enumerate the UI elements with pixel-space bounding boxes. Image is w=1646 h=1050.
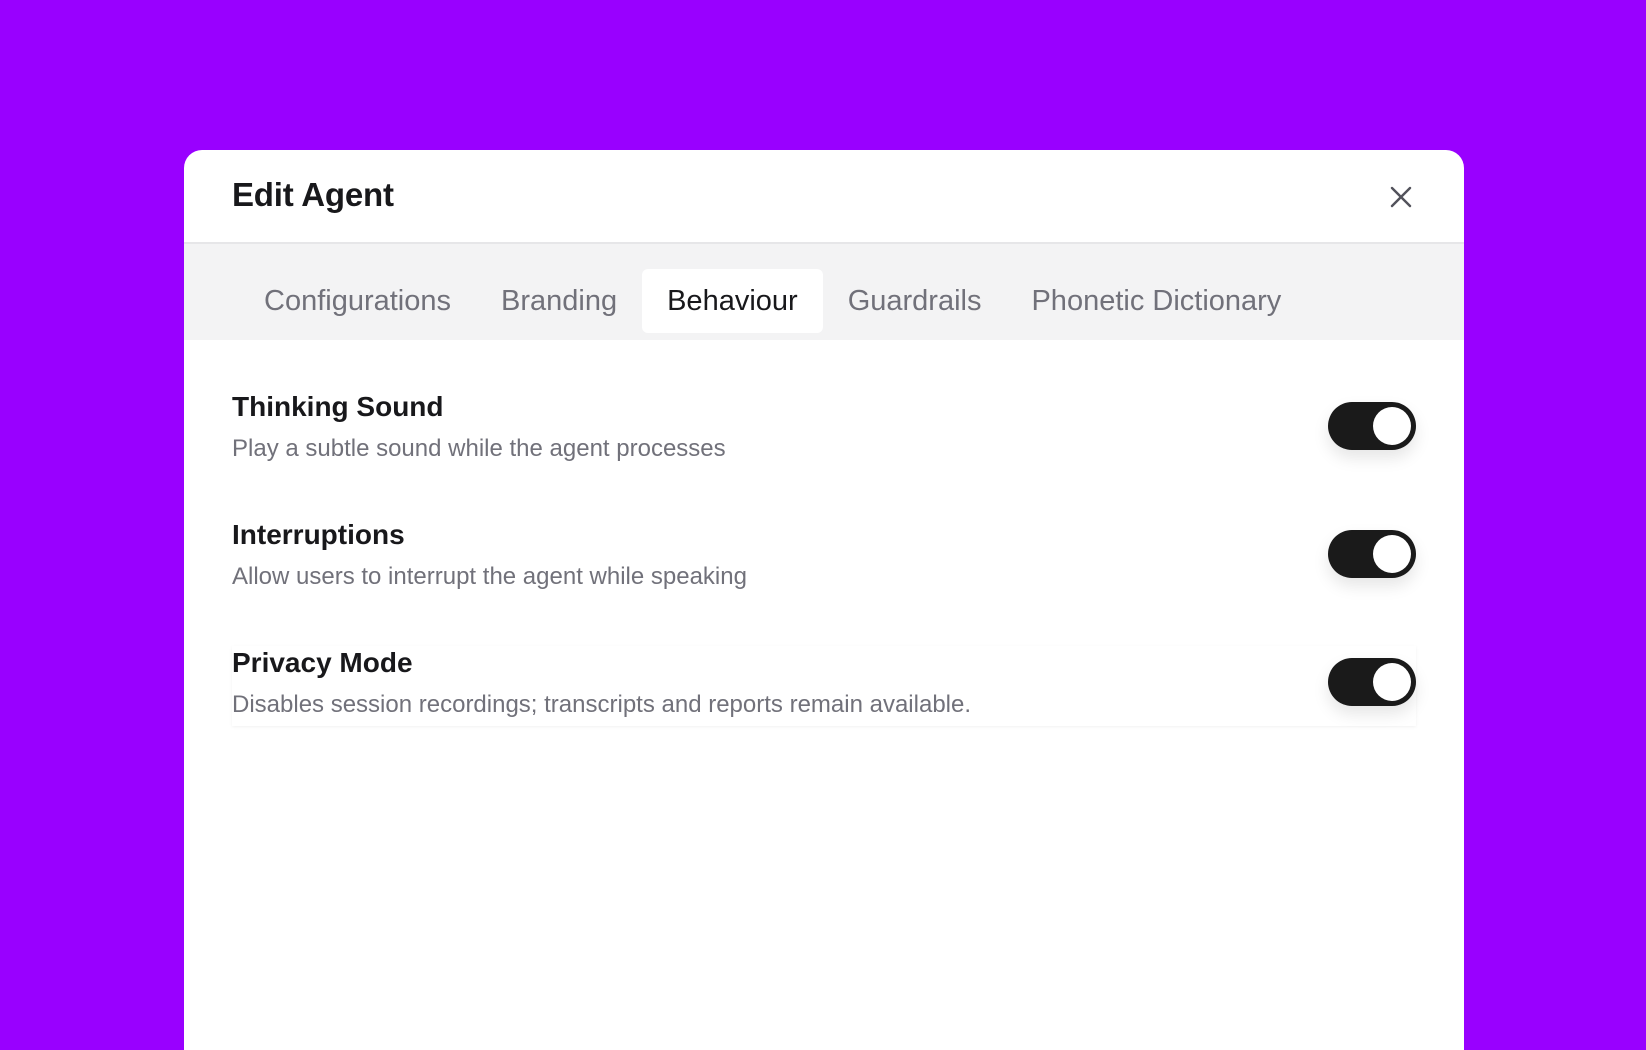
setting-privacy-mode: Privacy Mode Disables session recordings… (232, 646, 1416, 726)
setting-description: Disables session recordings; transcripts… (232, 691, 972, 718)
edit-agent-modal: Edit Agent Configurations Branding Behav… (184, 150, 1464, 1050)
toggle-knob (1373, 407, 1411, 445)
tabs: Configurations Branding Behaviour Guardr… (239, 269, 1306, 333)
thinking-sound-toggle[interactable] (1328, 402, 1416, 450)
interruptions-toggle[interactable] (1328, 530, 1416, 578)
setting-thinking-sound: Thinking Sound Play a subtle sound while… (232, 390, 1416, 518)
privacy-mode-toggle[interactable] (1328, 658, 1416, 706)
setting-title: Privacy Mode (232, 647, 413, 678)
setting-title: Thinking Sound (232, 391, 444, 422)
modal-title: Edit Agent (232, 176, 394, 213)
tab-configurations[interactable]: Configurations (239, 269, 476, 333)
tab-phonetic-dictionary[interactable]: Phonetic Dictionary (1006, 269, 1306, 333)
settings-list: Thinking Sound Play a subtle sound while… (232, 390, 1416, 726)
toggle-knob (1373, 535, 1411, 573)
setting-description: Play a subtle sound while the agent proc… (232, 435, 726, 462)
tab-branding[interactable]: Branding (476, 269, 642, 333)
modal-header: Edit Agent (184, 150, 1464, 244)
tab-behaviour[interactable]: Behaviour (642, 269, 823, 333)
tab-guardrails[interactable]: Guardrails (823, 269, 1007, 333)
close-button[interactable] (1386, 182, 1416, 212)
setting-title: Interruptions (232, 519, 405, 550)
toggle-knob (1373, 663, 1411, 701)
tab-bar: Configurations Branding Behaviour Guardr… (184, 244, 1464, 340)
close-icon (1390, 186, 1412, 208)
setting-description: Allow users to interrupt the agent while… (232, 563, 747, 590)
setting-interruptions: Interruptions Allow users to interrupt t… (232, 518, 1416, 646)
